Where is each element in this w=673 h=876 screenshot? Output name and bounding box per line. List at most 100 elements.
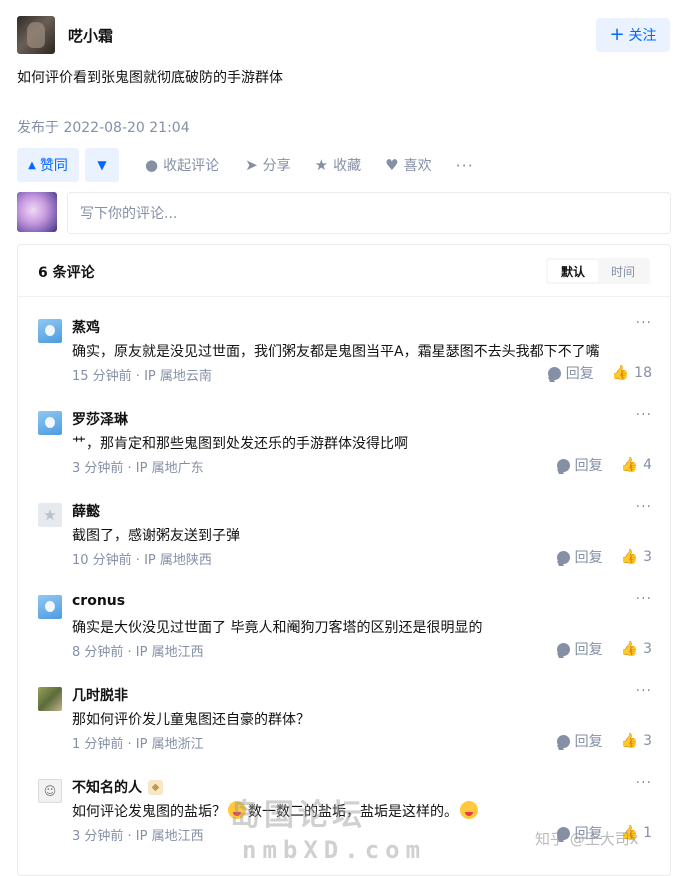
share-icon: ➤ [245,156,258,174]
sort-default-tab[interactable]: 默认 [548,260,598,282]
comment-actions: 回复 👍 18 [547,363,652,383]
commenter-avatar[interactable] [38,595,62,619]
like-label: 喜欢 [403,158,432,174]
comment-meta: 1 分钟前 · IP 属地浙江 [72,737,204,752]
comment-like-button[interactable]: 👍 4 [621,457,652,473]
plus-icon: + [609,24,625,45]
comment-text: 那如何评价发儿童鬼图还自豪的群体？ [72,712,310,728]
reply-button[interactable]: 回复 [547,363,594,383]
comment-meta: 3 分钟前 · IP 属地广东 [72,461,204,476]
comments-panel: 6 条评论 默认 时间 蒸鸡 ··· 确实，原友就是没见过世面，我们粥友都是鬼图… [17,244,671,876]
triangle-up-icon: ▲ [28,159,36,171]
commenter-name[interactable]: 罗莎泽琳 [72,409,128,429]
commenter-name-text: 蒸鸡 [72,320,100,336]
comment-text: 确实是大伙没见过世面了 毕竟人和阉狗刀客塔的区别还是很明显的 [72,620,483,636]
reply-button[interactable]: 回复 [556,731,603,751]
more-icon[interactable]: ··· [636,591,652,607]
like-count: 4 [643,457,652,473]
commenter-avatar[interactable] [38,411,62,435]
commenter-avatar[interactable]: ★ [38,503,62,527]
thumbs-up-icon: 👍 [620,733,639,749]
comment-like-button[interactable]: 👍 3 [621,641,652,657]
like-count: 3 [643,641,652,657]
favorite-label: 收藏 [333,158,362,174]
watermark-main: 岛国论坛 [230,798,366,833]
reply-label: 回复 [574,734,603,750]
reply-label: 回复 [574,642,603,658]
share-button[interactable]: ➤ 分享 [245,155,291,175]
reply-icon [556,550,570,564]
commenter-name-text: 几时脱非 [72,688,128,704]
comment-meta: 3 分钟前 · IP 属地江西 [72,829,204,844]
comment-item: 罗莎泽琳 ··· 艹，那肯定和那些鬼图到处发还乐的手游群体没得比啊 3 分钟前 … [38,407,652,489]
commenter-name[interactable]: 几时脱非 [72,685,128,705]
author-name[interactable]: 呓小霜 [68,25,113,46]
reply-button[interactable]: 回复 [556,639,603,659]
action-bar: ▲ 赞同 ▼ ● 收起评论 ➤ 分享 ★ 收藏 ♥ 喜欢 ··· [17,148,474,182]
sort-toggle: 默认 时间 [546,258,650,284]
commenter-avatar[interactable] [38,687,62,711]
like-count: 3 [643,733,652,749]
comment-text-part: 如何评论发鬼图的盐垢？ [72,804,226,820]
star-icon: ★ [43,506,57,524]
commenter-name-text: 不知名的人 [72,780,142,796]
triangle-down-icon: ▼ [97,158,107,172]
comment-meta: 10 分钟前 · IP 属地陕西 [72,553,212,568]
commenter-name[interactable]: 蒸鸡 [72,317,100,337]
thumbs-up-icon: 👍 [620,641,639,657]
star-icon: ★ [314,156,329,174]
reply-label: 回复 [574,458,603,474]
badge-icon: ◆ [148,779,163,795]
more-icon[interactable]: ··· [636,775,652,791]
reply-icon [556,458,570,472]
commenter-name[interactable]: cronus [72,593,125,609]
comment-meta: 8 分钟前 · IP 属地江西 [72,645,204,660]
favorite-button[interactable]: ★ 收藏 [315,155,361,175]
comment-bubble-icon: ● [145,156,159,174]
commenter-name-text: 罗莎泽琳 [72,412,128,428]
comment-actions: 回复 👍 3 [556,731,652,751]
emoji-icon [460,801,478,819]
commenter-avatar[interactable] [38,319,62,343]
more-icon[interactable]: ··· [456,156,474,175]
follow-label: 关注 [628,28,657,44]
comment-like-button[interactable]: 👍 18 [612,365,652,381]
comment-text: 艹，那肯定和那些鬼图到处发还乐的手游群体没得比啊 [72,436,408,452]
like-count: 1 [643,825,652,841]
more-icon[interactable]: ··· [636,683,652,699]
reply-button[interactable]: 回复 [556,455,603,475]
like-button[interactable]: ♥ 喜欢 [385,155,431,175]
author-avatar[interactable] [17,16,55,54]
comment-input[interactable]: 写下你的评论... [67,192,671,234]
comment-item: cronus ··· 确实是大伙没见过世面了 毕竟人和阉狗刀客塔的区别还是很明显… [38,591,652,673]
commenter-avatar[interactable]: ☺ [38,779,62,803]
commenter-name[interactable]: 不知名的人 ◆ [72,777,163,797]
comment-item: 几时脱非 ··· 那如何评价发儿童鬼图还自豪的群体？ 1 分钟前 · IP 属地… [38,683,652,765]
upvote-label: 赞同 [39,158,68,174]
comment-like-button[interactable]: 👍 3 [621,549,652,565]
downvote-button[interactable]: ▼ [85,148,119,182]
comment-like-button[interactable]: 👍 3 [621,733,652,749]
more-icon[interactable]: ··· [636,499,652,515]
comment-item: ★ 薛懿 ··· 截图了，感谢粥友送到子弹 10 分钟前 · IP 属地陕西 回… [38,499,652,581]
reply-button[interactable]: 回复 [556,547,603,567]
watermark-sub: nmbXD.com [242,836,427,864]
reply-label: 回复 [565,366,594,382]
follow-button[interactable]: + 关注 [596,18,670,52]
more-icon[interactable]: ··· [636,407,652,423]
face-icon: ☺ [43,784,57,798]
sort-time-tab[interactable]: 时间 [598,260,648,282]
thumbs-up-icon: 👍 [620,457,639,473]
more-icon[interactable]: ··· [636,315,652,331]
share-label: 分享 [262,158,291,174]
heart-icon: ♥ [385,156,399,174]
reply-icon [556,734,570,748]
reply-icon [547,366,561,380]
question-title[interactable]: 如何评价看到张鬼图就彻底破防的手游群体 [17,67,283,87]
upvote-button[interactable]: ▲ 赞同 [17,148,79,182]
commenter-name[interactable]: 薛懿 [72,501,100,521]
comments-header: 6 条评论 默认 时间 [18,245,670,297]
collapse-comments-button[interactable]: ● 收起评论 [145,155,219,175]
comment-actions: 回复 👍 3 [556,547,652,567]
comment-actions: 回复 👍 3 [556,639,652,659]
